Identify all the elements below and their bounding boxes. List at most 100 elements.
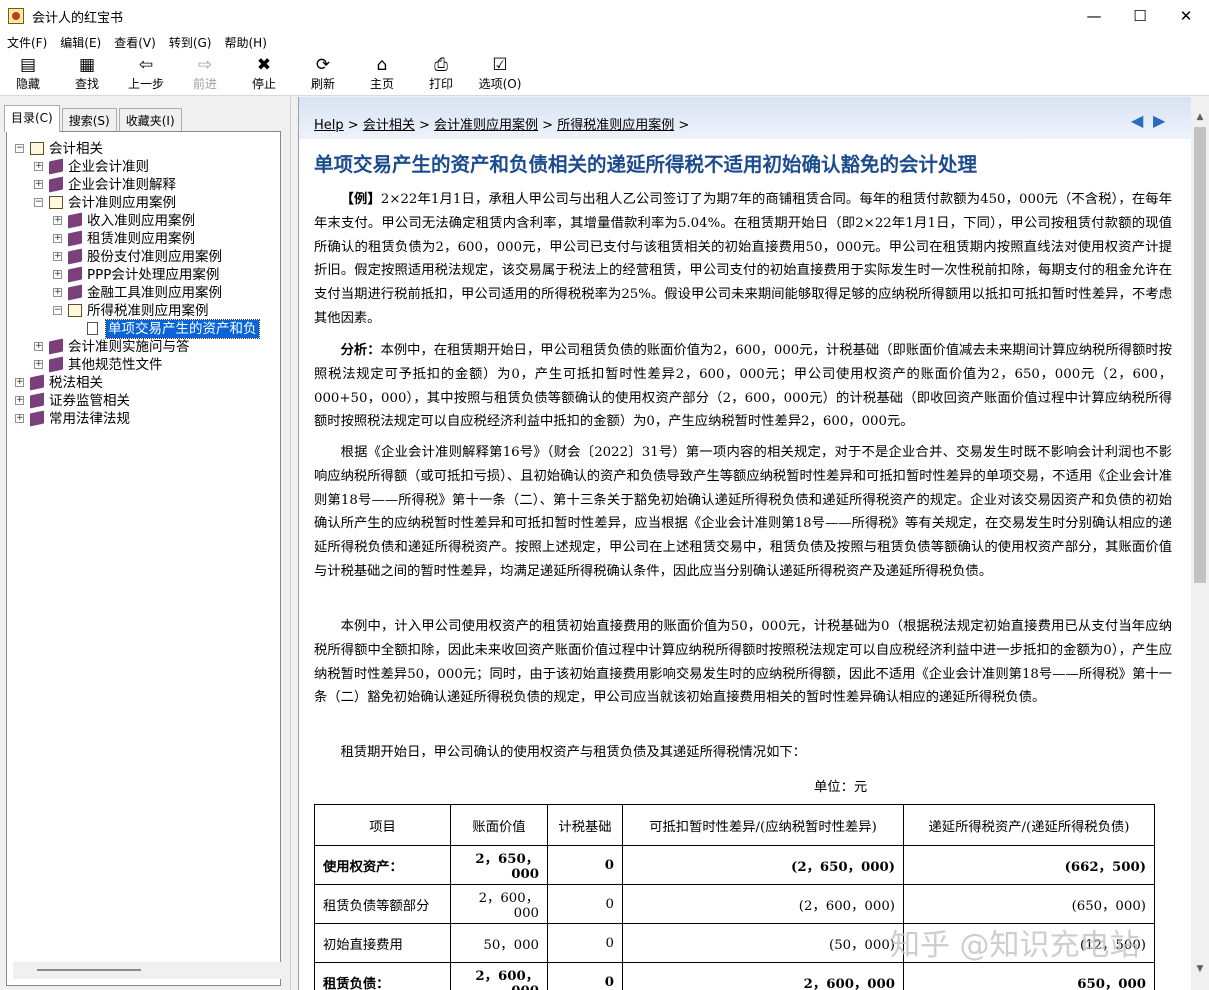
menu-file[interactable]: 文件(F) (7, 34, 47, 51)
contents-tree: − 会计相关 + 企业会计准则 + 企业会计准则解释 − 会计准则应用案例 + 收入准则应用案例 +… (6, 131, 288, 986)
tree-node-label: 会计准则实施问与答 (68, 339, 190, 355)
breadcrumb-link[interactable]: 会计相关 (363, 118, 415, 133)
tree-node[interactable]: + 金融工具准则应用案例 (7, 284, 280, 302)
options-icon: ☑ (492, 55, 508, 75)
tree-node-label: 租赁准则应用案例 (87, 231, 195, 247)
tree-node[interactable]: + 常用法律法规 (7, 410, 280, 428)
tree-node[interactable]: + 企业会计准则 (7, 158, 280, 176)
menu-help[interactable]: 帮助(H) (224, 34, 266, 51)
forward-button[interactable]: ⇨ 前进 (177, 54, 233, 94)
expand-icon[interactable]: + (34, 162, 43, 171)
expand-icon[interactable]: + (15, 414, 24, 423)
tab-contents[interactable]: 目录(C) (4, 105, 60, 132)
scroll-up-icon[interactable]: ▲ (1191, 109, 1209, 126)
expand-icon[interactable]: + (53, 234, 62, 243)
tree-node[interactable]: + 收入准则应用案例 (7, 212, 280, 230)
table-cell: (2，650，000) (622, 845, 904, 885)
expand-icon[interactable]: + (53, 288, 62, 297)
tree-node[interactable]: 单项交易产生的资产和负 (7, 319, 280, 339)
table-cell: 2，600，000 (622, 962, 904, 990)
tree-node-label: PPP会计处理应用案例 (87, 267, 220, 283)
stop-icon: ✖ (256, 55, 272, 75)
direct-cost-paragraph: 本例中，计入甲公司使用权资产的租赁初始直接费用的账面价值为50，000元，计税基… (314, 619, 1172, 706)
tree-node[interactable]: − 会计相关 (7, 140, 280, 158)
tree-horizontal-scrollbar[interactable] (13, 962, 288, 979)
tree-node[interactable]: + 其他规范性文件 (7, 356, 280, 374)
print-button[interactable]: ⎙ 打印 (413, 54, 469, 94)
pane-splitter[interactable] (290, 97, 298, 990)
tree-node[interactable]: + PPP会计处理应用案例 (7, 266, 280, 284)
table-cell: (2，600，000) (622, 884, 904, 924)
refresh-icon: ⟳ (315, 55, 331, 75)
breadcrumb-link[interactable]: 所得税准则应用案例 (557, 118, 674, 133)
tree-node[interactable]: + 租赁准则应用案例 (7, 230, 280, 248)
table-cell: (650，000) (903, 884, 1155, 924)
toolbar-label: 前进 (192, 77, 217, 91)
scroll-thumb[interactable] (37, 969, 141, 971)
find-button[interactable]: ▦ 查找 (59, 54, 115, 94)
table-header: 可抵扣暂时性差异/(应纳税暂时性差异) (622, 804, 904, 846)
expand-icon[interactable]: + (34, 360, 43, 369)
menu-edit[interactable]: 编辑(E) (60, 34, 101, 51)
tree-node[interactable]: + 股份支付准则应用案例 (7, 248, 280, 266)
breadcrumb-link[interactable]: 会计准则应用案例 (434, 118, 538, 133)
scroll-thumb[interactable] (1194, 127, 1206, 583)
forward-icon: ⇨ (197, 55, 213, 75)
tree-node[interactable]: + 税法相关 (7, 374, 280, 392)
maximize-button[interactable]: ☐ (1117, 0, 1163, 32)
nav-tabs: 目录(C) 搜索(S) 收藏夹(I) (4, 105, 184, 132)
content-vertical-scrollbar[interactable]: ▲ ▼ (1191, 97, 1209, 990)
tab-search[interactable]: 搜索(S) (61, 108, 117, 131)
breadcrumb: Help > 会计相关 > 会计准则应用案例 > 所得税准则应用案例 > (314, 118, 690, 133)
tree-node-label: 其他规范性文件 (68, 357, 163, 373)
collapse-icon[interactable]: − (53, 306, 62, 315)
page-title: 单项交易产生的资产和负债相关的递延所得税不适用初始确认豁免的会计处理 (314, 153, 978, 176)
table-row: 使用权资产： 2，650，000 0 (2，650，000) (662，500) (314, 845, 1155, 885)
tree-node[interactable]: + 证券监管相关 (7, 392, 280, 410)
back-button[interactable]: ⇦ 上一步 (118, 54, 174, 94)
tree-node[interactable]: − 所得税准则应用案例 (7, 302, 280, 320)
expand-icon[interactable]: + (53, 252, 62, 261)
expand-icon[interactable]: + (15, 396, 24, 405)
minimize-button[interactable]: — (1071, 0, 1117, 32)
table-header: 递延所得税资产/(递延所得税负债) (903, 804, 1155, 846)
closed-book-icon (49, 338, 63, 355)
collapse-icon[interactable]: − (15, 144, 24, 153)
tab-favorites[interactable]: 收藏夹(I) (118, 108, 182, 131)
breadcrumb-link[interactable]: Help (314, 118, 344, 133)
tree-node[interactable]: − 会计准则应用案例 (7, 194, 280, 212)
table-cell: 0 (547, 962, 623, 990)
home-button[interactable]: ⌂ 主页 (354, 54, 410, 94)
scroll-down-icon[interactable]: ▼ (1191, 961, 1209, 978)
options-button[interactable]: ☑ 选项(O) (472, 54, 528, 94)
menu-view[interactable]: 查看(V) (114, 34, 156, 51)
refresh-button[interactable]: ⟳ 刷新 (295, 54, 351, 94)
expand-icon[interactable]: + (34, 342, 43, 351)
menu-goto[interactable]: 转到(G) (169, 34, 212, 51)
closed-book-icon (30, 392, 44, 409)
print-icon: ⎙ (434, 55, 448, 75)
table-header-row: 项目 账面价值 计税基础 可抵扣暂时性差异/(应纳税暂时性差异) 递延所得税资产… (314, 804, 1155, 846)
tree-node[interactable]: + 企业会计准则解释 (7, 176, 280, 194)
next-topic-icon[interactable]: ▶ (1153, 113, 1170, 129)
stop-button[interactable]: ✖ 停止 (236, 54, 292, 94)
closed-book-icon (49, 176, 63, 193)
expand-icon[interactable]: + (15, 378, 24, 387)
closed-book-icon (68, 284, 82, 301)
previous-topic-icon[interactable]: ◀ (1131, 113, 1148, 129)
expand-icon[interactable]: + (53, 216, 62, 225)
close-button[interactable]: ✕ (1163, 0, 1209, 32)
expand-icon[interactable]: + (34, 180, 43, 189)
back-icon: ⇦ (138, 55, 154, 75)
tree-node-label: 会计相关 (49, 141, 103, 157)
collapse-icon[interactable]: − (34, 198, 43, 207)
window-title: 会计人的红宝书 (32, 10, 124, 26)
table-header: 账面价值 (450, 804, 548, 846)
hide-button[interactable]: ▤ 隐藏 (0, 54, 56, 94)
expand-icon[interactable]: + (53, 270, 62, 279)
table-cell: (12，500) (903, 923, 1155, 963)
tree-node[interactable]: + 会计准则实施问与答 (7, 338, 280, 356)
closed-book-icon (68, 266, 82, 283)
regulation-paragraph: 根据《企业会计准则解释第16号》（财会〔2022〕31号）第一项内容的相关规定，… (314, 445, 1172, 579)
analysis-lead: 分析： (340, 343, 381, 358)
